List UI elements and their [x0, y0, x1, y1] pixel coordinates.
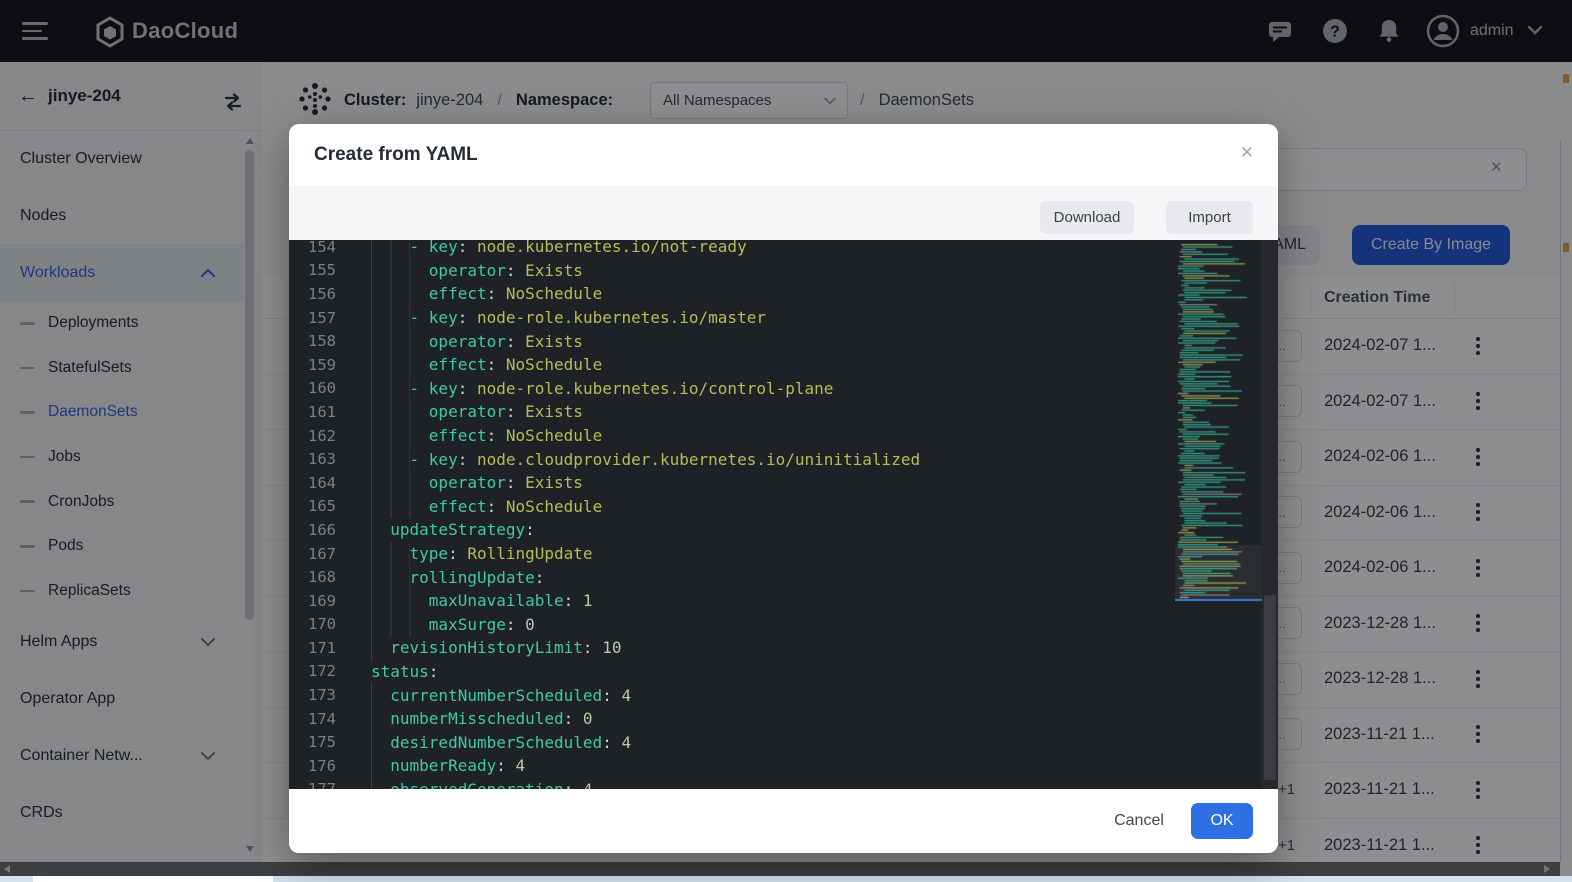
yaml-line-168: 168rollingUpdate:: [289, 565, 1189, 589]
yaml-line-173: 173currentNumberScheduled: 4: [289, 683, 1189, 707]
yaml-line-169: 169maxUnavailable: 1: [289, 589, 1189, 613]
yaml-line-174: 174numberMisscheduled: 0: [289, 707, 1189, 731]
yaml-line-161: 161operator: Exists: [289, 400, 1189, 424]
modal-close-icon[interactable]: ✕: [1240, 143, 1254, 163]
yaml-editor[interactable]: 154- key: node.kubernetes.io/not-ready15…: [289, 240, 1278, 789]
yaml-line-157: 157- key: node-role.kubernetes.io/master: [289, 306, 1189, 330]
yaml-line-170: 170maxSurge: 0: [289, 613, 1189, 637]
yaml-line-162: 162effect: NoSchedule: [289, 424, 1189, 448]
modal-toolbar: Download Import: [289, 186, 1278, 240]
modal-header: Create from YAML ✕: [289, 124, 1278, 187]
editor-minimap[interactable]: [1175, 240, 1262, 789]
yaml-line-159: 159effect: NoSchedule: [289, 353, 1189, 377]
yaml-line-164: 164operator: Exists: [289, 471, 1189, 495]
yaml-line-167: 167type: RollingUpdate: [289, 542, 1189, 566]
yaml-line-156: 156effect: NoSchedule: [289, 282, 1189, 306]
yaml-line-166: 166updateStrategy:: [289, 518, 1189, 542]
yaml-line-176: 176numberReady: 4: [289, 754, 1189, 778]
page-horizontal-scrollbar-thumb[interactable]: [33, 876, 273, 882]
editor-scrollbar-thumb[interactable]: [1264, 595, 1276, 780]
yaml-line-163: 163- key: node.cloudprovider.kubernetes.…: [289, 447, 1189, 471]
yaml-line-154: 154- key: node.kubernetes.io/not-ready: [289, 240, 1189, 259]
yaml-editor-lines: 154- key: node.kubernetes.io/not-ready15…: [289, 240, 1189, 789]
import-button[interactable]: Import: [1166, 201, 1253, 234]
yaml-line-155: 155operator: Exists: [289, 259, 1189, 283]
ok-button[interactable]: OK: [1191, 803, 1253, 839]
yaml-line-172: 172status:: [289, 660, 1189, 684]
yaml-line-165: 165effect: NoSchedule: [289, 495, 1189, 519]
modal-footer: Cancel OK: [289, 789, 1278, 853]
create-from-yaml-modal: Create from YAML ✕ Download Import 154- …: [289, 124, 1278, 853]
yaml-line-160: 160- key: node-role.kubernetes.io/contro…: [289, 377, 1189, 401]
download-button[interactable]: Download: [1040, 201, 1134, 234]
modal-title: Create from YAML: [314, 144, 478, 166]
yaml-line-175: 175desiredNumberScheduled: 4: [289, 730, 1189, 754]
yaml-line-177: 177observedGeneration: 4: [289, 778, 1189, 789]
cancel-button[interactable]: Cancel: [1104, 804, 1174, 838]
yaml-line-171: 171revisionHistoryLimit: 10: [289, 636, 1189, 660]
yaml-line-158: 158operator: Exists: [289, 329, 1189, 353]
